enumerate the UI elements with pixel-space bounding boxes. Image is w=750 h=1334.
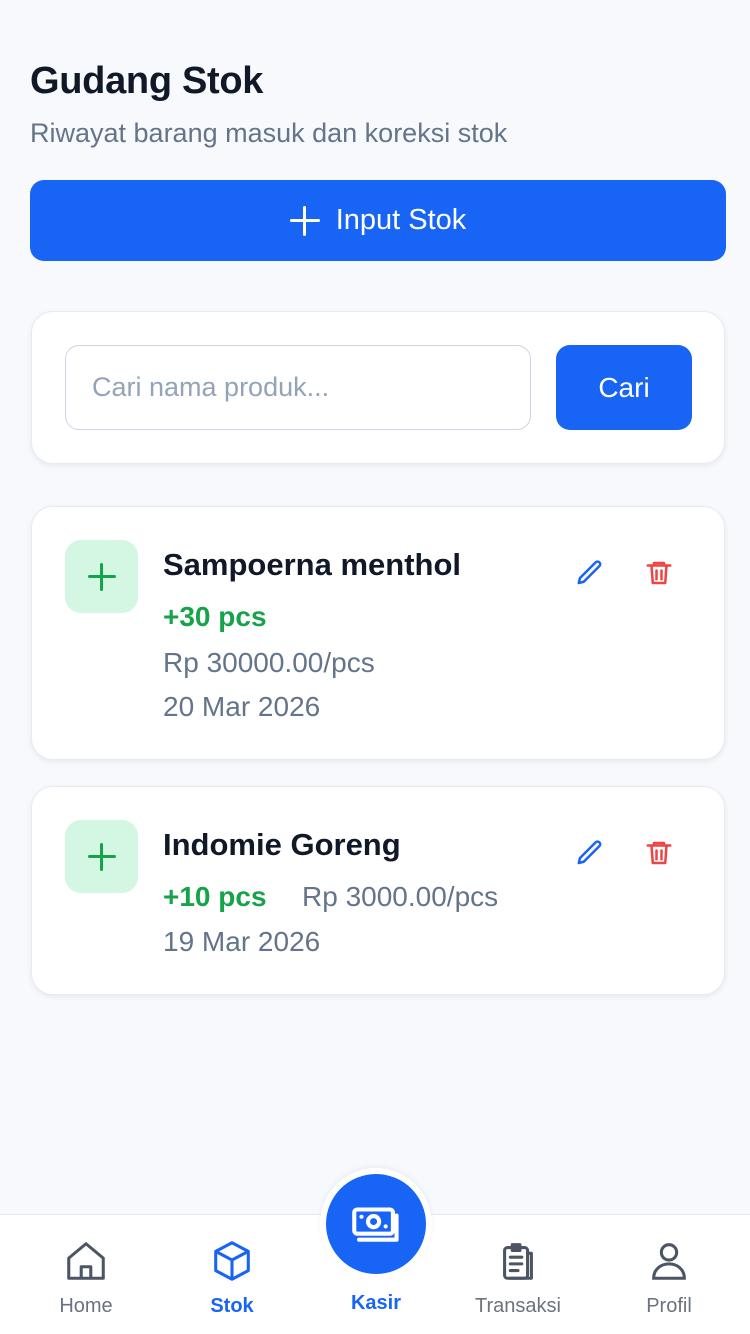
item-name: Sampoerna menthol (163, 547, 461, 582)
search-button[interactable]: Cari (556, 345, 692, 430)
edit-button[interactable] (568, 831, 612, 875)
stock-item-card: Sampoerna menthol +30 pcs Rp 30000.00/pc… (31, 506, 725, 760)
item-price: Rp 3000.00/pcs (302, 881, 499, 912)
nav-item-transaksi[interactable]: Transaksi (453, 1215, 583, 1334)
delete-button[interactable] (637, 551, 681, 595)
item-qty: +10 pcs (163, 881, 267, 912)
item-date: 20 Mar 2026 (163, 691, 321, 722)
trash-icon (646, 561, 672, 585)
trash-icon (646, 841, 672, 865)
nav-label: Stok (210, 1295, 254, 1317)
box-icon (214, 1241, 250, 1281)
home-icon (67, 1242, 105, 1280)
input-stok-button[interactable]: Input Stok (30, 180, 726, 261)
nav-item-kasir[interactable] (320, 1168, 432, 1280)
clipboard-icon (503, 1243, 533, 1280)
input-stok-label: Input Stok (335, 204, 467, 236)
pencil-icon (577, 560, 602, 585)
edit-button[interactable] (568, 551, 612, 595)
item-price: Rp 30000.00/pcs (163, 647, 375, 678)
page-subtitle: Riwayat barang masuk dan koreksi stok (30, 118, 508, 148)
page-title: Gudang Stok (30, 60, 264, 102)
cash-icon (352, 1207, 399, 1242)
pencil-icon (577, 840, 602, 865)
plus-icon (65, 820, 138, 893)
item-qty: +30 pcs (163, 601, 267, 632)
nav-label: Transaksi (475, 1295, 561, 1317)
nav-label: Home (59, 1295, 113, 1317)
item-name: Indomie Goreng (163, 827, 401, 862)
delete-button[interactable] (637, 831, 681, 875)
user-icon (652, 1243, 686, 1280)
search-card: Cari (31, 311, 725, 464)
stock-item-card: Indomie Goreng +10 pcs Rp 3000.00/pcs 19… (31, 786, 725, 995)
nav-label-kasir: Kasir (350, 1292, 402, 1314)
item-date: 19 Mar 2026 (163, 926, 321, 957)
plus-icon (289, 205, 320, 236)
plus-icon (65, 540, 138, 613)
nav-item-profil[interactable]: Profil (604, 1215, 734, 1334)
search-input[interactable] (65, 345, 531, 430)
nav-label: Profil (646, 1295, 692, 1317)
nav-item-home[interactable]: Home (21, 1215, 151, 1334)
nav-item-stok[interactable]: Stok (167, 1215, 297, 1334)
